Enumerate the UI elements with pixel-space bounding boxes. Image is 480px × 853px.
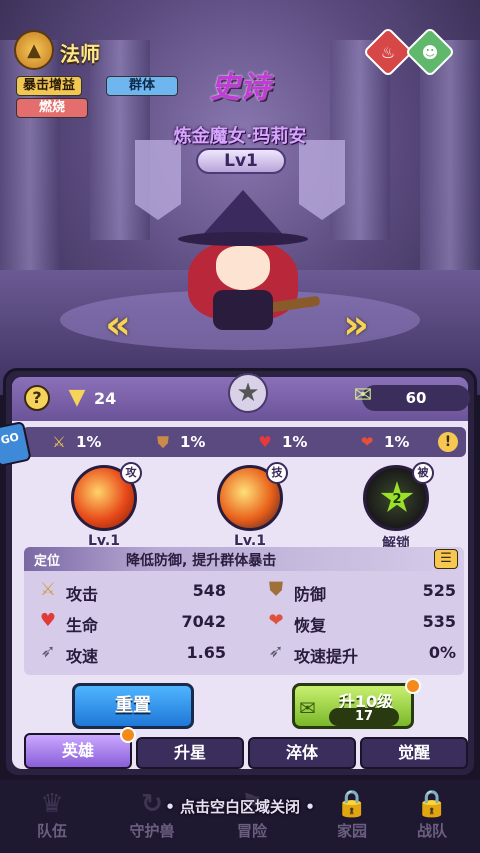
stat-attack-speed: ➶ 攻速 1.65 <box>36 641 226 666</box>
next-hero-arrow-icon[interactable]: » <box>336 305 376 345</box>
star-icon[interactable]: ★ <box>228 373 268 413</box>
attack-speed-up-icon: ➶ <box>268 641 284 662</box>
pillar-right <box>420 40 480 290</box>
sword-icon: ⚔ <box>52 433 66 451</box>
stats-box: 定位 降低防御, 提升群体暴击 ☰ ⚔ 攻击 548 ⛊ 防御 525 ♥ 生命… <box>24 547 464 675</box>
hero-detail-panel: ? ▼ 24 ★ 60 ✉ ⚔ 1% ⛊ 1% ♥ 1% ❤ 1% ! 攻 Lv.1 技… <box>3 368 477 778</box>
help-icon[interactable]: ? <box>24 385 50 411</box>
tag-burn: 燃烧 <box>16 98 88 118</box>
role-row: 定位 降低防御, 提升群体暴击 ☰ <box>24 547 464 571</box>
power-value: 24 <box>94 389 117 408</box>
heart-icon: ♥ <box>39 610 57 631</box>
tab-star-up[interactable]: 升星 <box>136 737 244 769</box>
unlock-star-icon: 2 <box>380 481 414 512</box>
skill-badge: 攻 <box>120 462 142 484</box>
tab-temper[interactable]: 淬体 <box>248 737 356 769</box>
reset-button[interactable]: 重置 <box>72 683 194 729</box>
bonus-defense: ⛊ 1% <box>152 431 205 453</box>
bonus-hp: ♥ 1% <box>254 431 307 453</box>
hero-tabs: 英雄 升星 淬体 觉醒 <box>24 727 468 771</box>
skill-attack[interactable]: 攻 Lv.1 <box>64 462 144 549</box>
heart-icon: ♥ <box>258 433 272 451</box>
tab-hero[interactable]: 英雄 <box>24 733 132 769</box>
hero-character[interactable] <box>168 190 321 340</box>
tag-crit-buff: 暴击增益 <box>16 76 83 96</box>
stat-attack: ⚔ 攻击 548 <box>36 579 226 604</box>
list-icon[interactable]: ☰ <box>434 549 458 569</box>
role-label: 定位 <box>34 554 61 569</box>
bonus-attack: ⚔ 1% <box>48 431 101 453</box>
rarity-label: 史诗 <box>210 70 270 105</box>
shield-icon: ⛊ <box>157 433 169 451</box>
notification-dot <box>120 727 136 743</box>
upgrade-10-button[interactable]: ✉ 升10级 17 <box>292 678 421 729</box>
bonus-bar: ⚔ 1% ⛊ 1% ♥ 1% ❤ 1% ! <box>22 427 466 457</box>
tag-group: 群体 <box>106 76 178 96</box>
attack-speed-icon: ➶ <box>40 641 56 662</box>
prev-hero-arrow-icon[interactable]: « <box>98 305 138 345</box>
scroll-count: 60 <box>362 385 470 411</box>
role-desc: 降低防御, 提升群体暴击 <box>126 553 277 569</box>
bonus-recover: ❤ 1% <box>356 431 410 453</box>
power-icon: ▼ <box>68 385 86 410</box>
hero-name: 炼金魔女·玛莉安 <box>173 126 307 147</box>
skill-passive[interactable]: 2 被 解锁 <box>356 462 436 553</box>
mage-emblem-icon: ▲ <box>14 30 54 70</box>
stat-hp: ♥ 生命 7042 <box>36 610 226 635</box>
close-hint[interactable]: • 点击空白区域关闭 • <box>0 796 480 817</box>
stat-defense: ⛊ 防御 525 <box>264 579 456 604</box>
bonus-info-icon[interactable]: ! <box>438 432 458 452</box>
hero-level: Lv1 <box>196 148 286 174</box>
panel-header: ? ▼ 24 ★ 60 ✉ <box>12 373 470 421</box>
stat-attack-speed-up: ➶ 攻速提升 0% <box>264 641 456 666</box>
scroll-icon: ✉ <box>299 696 316 720</box>
class-name: 法师 <box>60 42 100 66</box>
skill-badge: 技 <box>266 462 288 484</box>
scroll-icon: ✉ <box>353 383 373 408</box>
heal-heart-icon: ❤ <box>268 610 284 631</box>
skill-badge: 被 <box>412 462 434 484</box>
tab-awaken[interactable]: 觉醒 <box>360 737 468 769</box>
stat-recover: ❤ 恢复 535 <box>264 610 456 635</box>
heal-heart-icon: ❤ <box>360 433 374 451</box>
upgrade-cost: 17 <box>329 708 399 726</box>
shield-icon: ⛊ <box>269 579 283 600</box>
notification-dot <box>405 678 421 694</box>
skill-technique[interactable]: 技 Lv.1 <box>210 462 290 549</box>
sword-icon: ⚔ <box>39 579 57 600</box>
